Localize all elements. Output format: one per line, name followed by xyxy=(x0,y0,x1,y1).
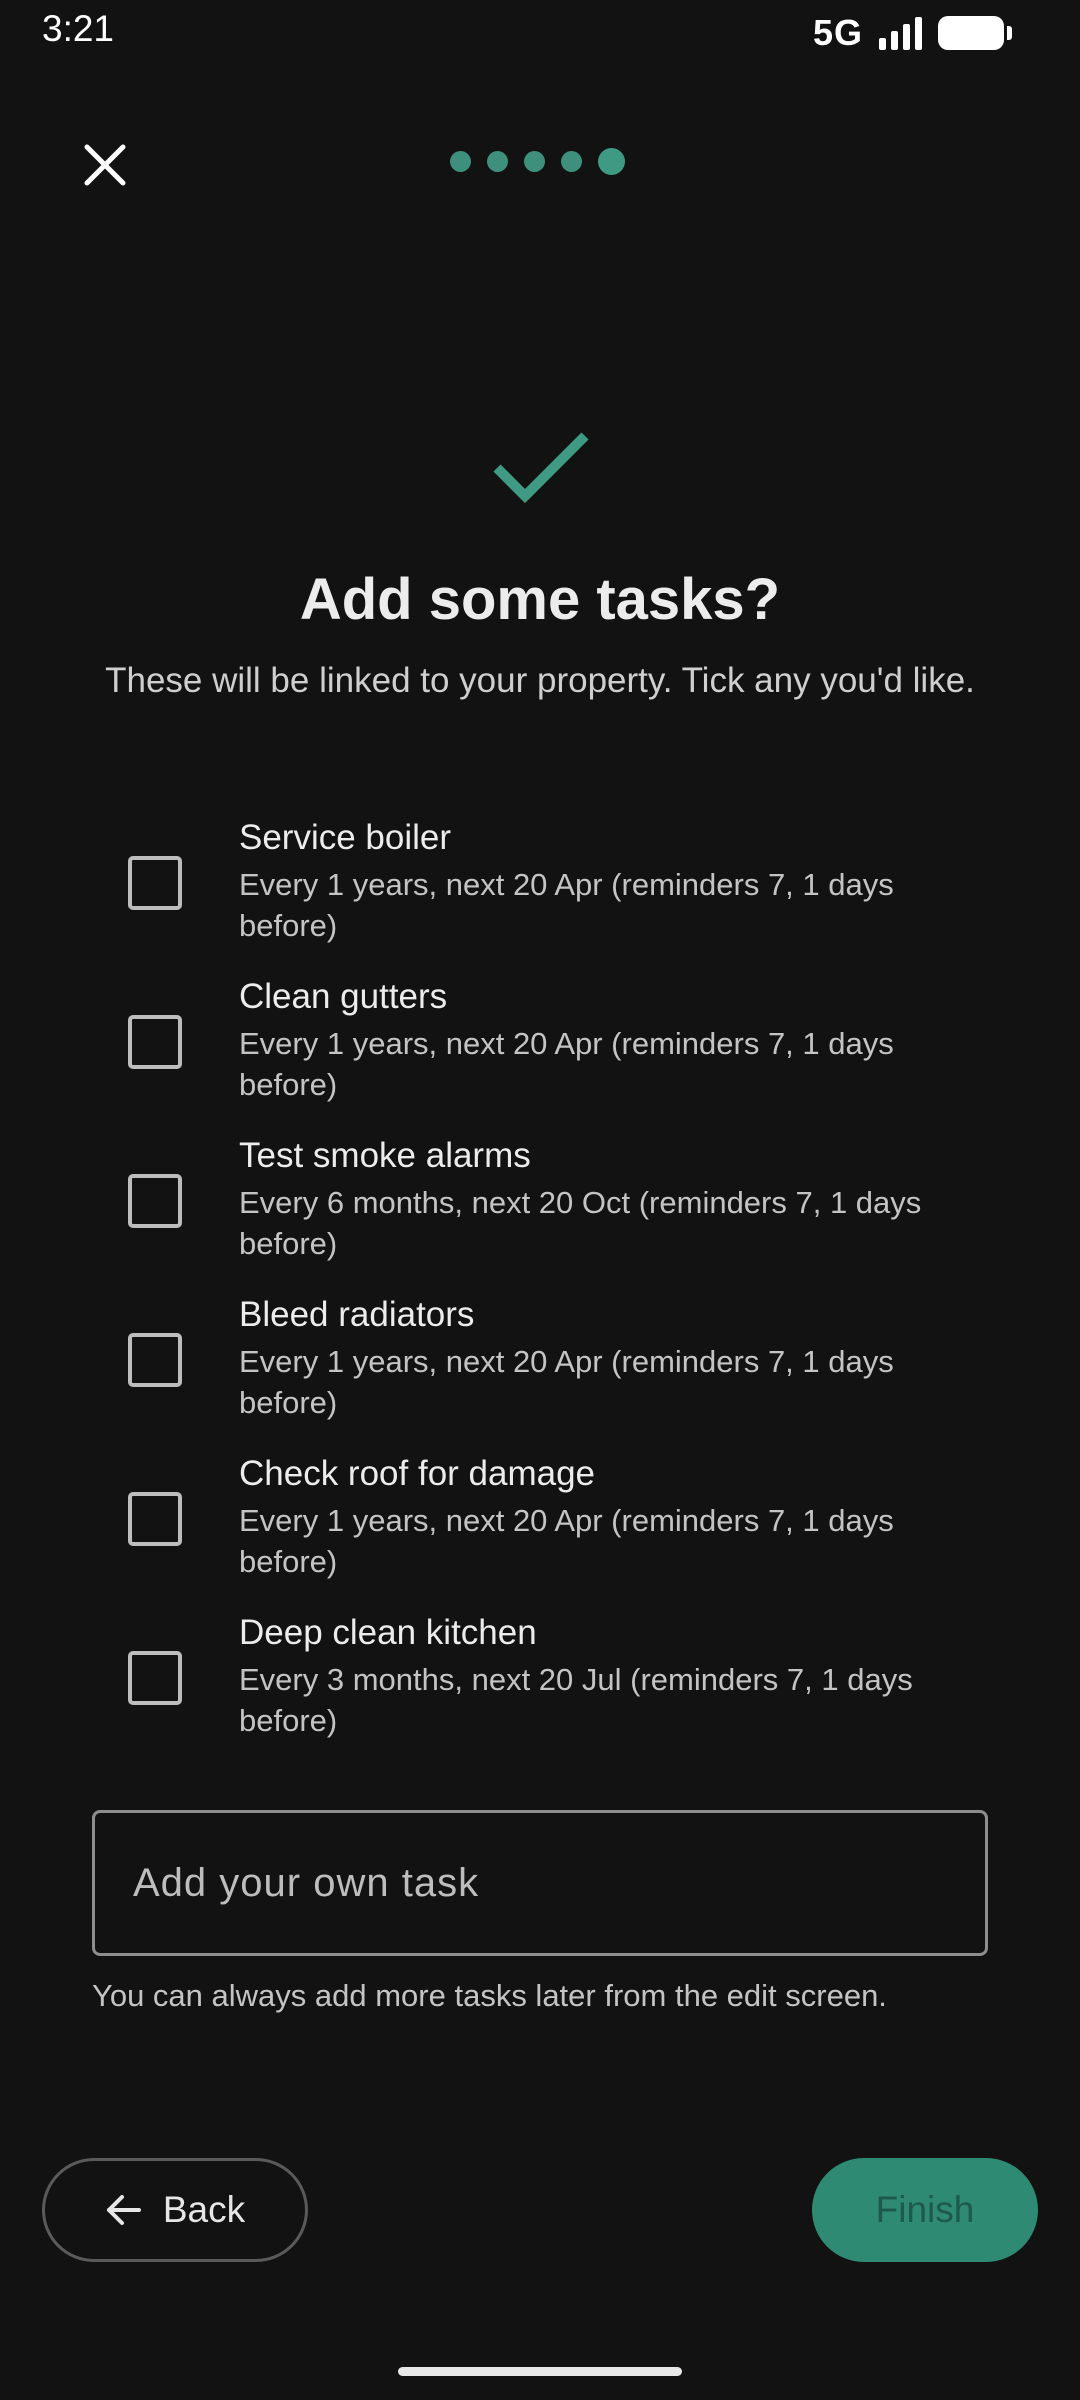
check-icon xyxy=(493,432,589,504)
task-detail: Every 1 years, next 20 Apr (reminders 7,… xyxy=(239,1344,894,1420)
task-title: Deep clean kitchen xyxy=(239,1613,537,1652)
step-dot xyxy=(561,151,582,172)
screen: 3:21 5G Add some tasks? These will be li… xyxy=(0,0,1080,2400)
task-detail: Every 1 years, next 20 Apr (reminders 7,… xyxy=(239,867,894,943)
task-title: Clean gutters xyxy=(239,977,448,1016)
task-title: Service boiler xyxy=(239,818,452,857)
task-checkbox[interactable] xyxy=(128,1492,182,1546)
finish-button[interactable]: Finish xyxy=(812,2158,1038,2262)
task-checkbox[interactable] xyxy=(128,1015,182,1069)
task-list: Service boiler Every 1 years, next 20 Ap… xyxy=(0,812,1080,1766)
task-checkbox[interactable] xyxy=(128,1651,182,1705)
step-dot xyxy=(487,151,508,172)
task-item[interactable]: Deep clean kitchen Every 3 months, next … xyxy=(0,1607,1080,1766)
home-indicator[interactable] xyxy=(398,2367,682,2376)
task-item[interactable]: Test smoke alarms Every 6 months, next 2… xyxy=(0,1130,1080,1289)
task-text: Check roof for damage Every 1 years, nex… xyxy=(239,1452,979,1582)
close-icon xyxy=(84,144,126,186)
task-checkbox[interactable] xyxy=(128,856,182,910)
network-label: 5G xyxy=(812,12,863,53)
step-indicator xyxy=(450,148,625,175)
close-button[interactable] xyxy=(72,132,138,198)
task-checkbox[interactable] xyxy=(128,1333,182,1387)
task-item[interactable]: Clean gutters Every 1 years, next 20 Apr… xyxy=(0,971,1080,1130)
finish-label: Finish xyxy=(875,2189,975,2230)
back-label: Back xyxy=(162,2189,246,2230)
task-detail: Every 1 years, next 20 Apr (reminders 7,… xyxy=(239,1503,894,1579)
signal-icon xyxy=(879,16,922,50)
task-text: Deep clean kitchen Every 3 months, next … xyxy=(239,1611,979,1741)
task-text: Clean gutters Every 1 years, next 20 Apr… xyxy=(239,975,979,1105)
task-title: Check roof for damage xyxy=(239,1454,596,1493)
task-title: Bleed radiators xyxy=(239,1295,475,1334)
page-subtitle: These will be linked to your property. T… xyxy=(105,661,975,700)
status-time: 3:21 xyxy=(42,8,115,49)
status-icons: 5G xyxy=(812,12,1012,54)
own-task-input[interactable] xyxy=(95,1813,985,1953)
task-detail: Every 1 years, next 20 Apr (reminders 7,… xyxy=(239,1026,894,1102)
task-detail: Every 3 months, next 20 Jul (reminders 7… xyxy=(239,1662,913,1738)
task-text: Bleed radiators Every 1 years, next 20 A… xyxy=(239,1293,979,1423)
arrow-left-icon xyxy=(106,2195,141,2225)
helper-text: You can always add more tasks later from… xyxy=(92,1978,887,2013)
step-dot xyxy=(524,151,545,172)
step-dot xyxy=(450,151,471,172)
task-detail: Every 6 months, next 20 Oct (reminders 7… xyxy=(239,1185,922,1261)
task-title: Test smoke alarms xyxy=(239,1136,531,1175)
task-text: Test smoke alarms Every 6 months, next 2… xyxy=(239,1134,979,1264)
task-item[interactable]: Bleed radiators Every 1 years, next 20 A… xyxy=(0,1289,1080,1448)
step-dot-current xyxy=(598,148,625,175)
task-text: Service boiler Every 1 years, next 20 Ap… xyxy=(239,816,979,946)
task-checkbox[interactable] xyxy=(128,1174,182,1228)
back-button[interactable]: Back xyxy=(42,2158,308,2262)
task-item[interactable]: Service boiler Every 1 years, next 20 Ap… xyxy=(0,812,1080,971)
task-item[interactable]: Check roof for damage Every 1 years, nex… xyxy=(0,1448,1080,1607)
status-bar: 3:21 5G xyxy=(0,0,1080,62)
battery-icon xyxy=(938,16,1012,50)
own-task-field[interactable] xyxy=(92,1810,988,1956)
page-title: Add some tasks? xyxy=(299,567,781,632)
